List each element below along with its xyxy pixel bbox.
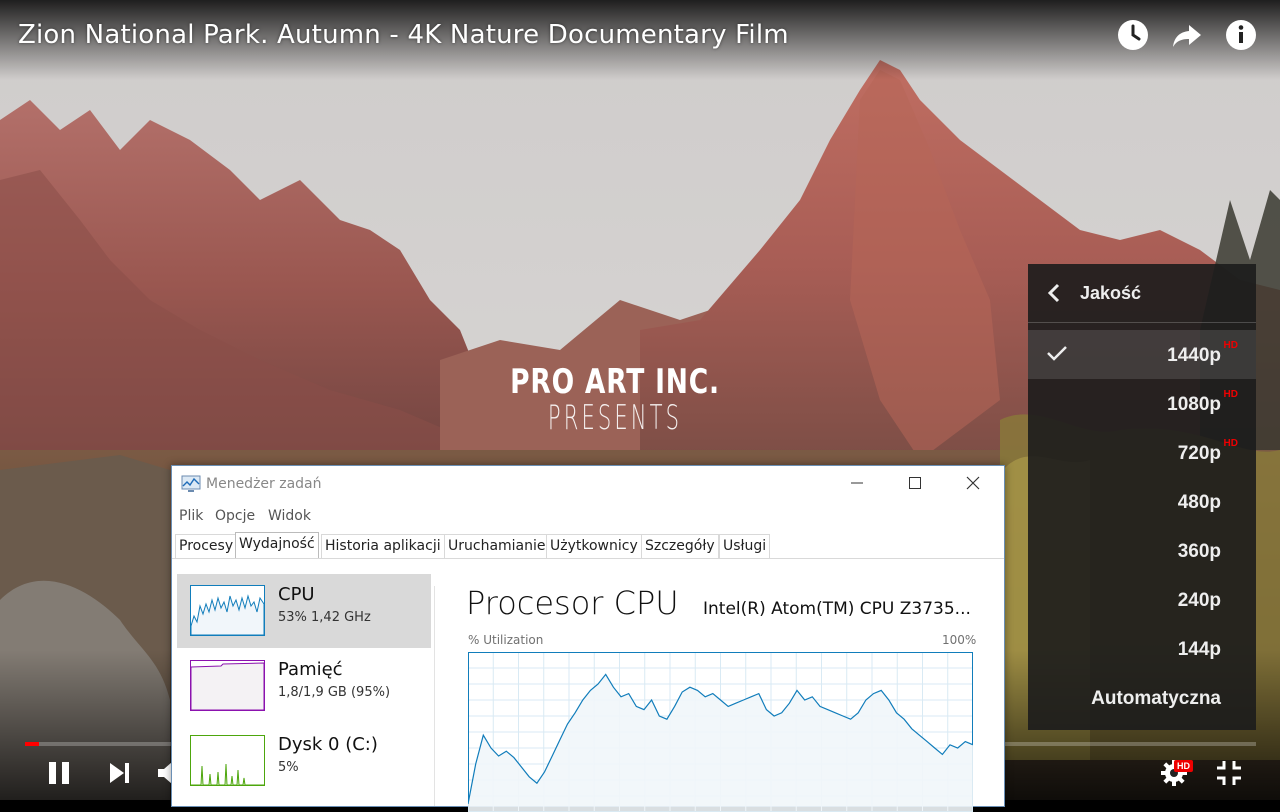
memory-thumbnail [190,660,265,711]
resource-memory[interactable]: Pamięć 1,8/1,9 GB (95%) [177,649,431,723]
next-button[interactable] [108,762,132,789]
resource-disk-detail: 5% [278,760,299,775]
settings-button[interactable]: HD [1160,758,1200,793]
quality-option-label: 144p [1177,639,1221,660]
cpu-utilization-graph [468,652,973,812]
tab-users[interactable]: Użytkownicy [546,534,642,558]
quality-option-1440p[interactable]: 1440p HD [1028,330,1256,379]
utilization-label: % Utilization [468,633,544,647]
quality-option-480p[interactable]: 480p [1028,477,1256,526]
tab-performance[interactable]: Wydajność [235,532,319,558]
resource-cpu-detail: 53% 1,42 GHz [278,610,371,625]
tab-processes[interactable]: Procesy [175,534,238,558]
panel-divider [434,586,435,806]
quality-option-label: Automatyczna [1091,688,1221,709]
info-icon[interactable] [1224,18,1258,52]
check-icon [1046,344,1068,367]
hd-badge: HD [1223,340,1238,351]
menu-options[interactable]: Opcje [215,508,255,524]
pause-button[interactable] [46,760,72,791]
video-title[interactable]: Zion National Park. Autumn - 4K Nature D… [18,20,789,50]
maximize-button[interactable] [886,466,944,500]
share-icon[interactable] [1170,18,1204,52]
task-manager-window: Menedżer zadań Plik Opcje Widok Procesy … [171,465,1005,812]
quality-option-label: 240p [1177,590,1221,611]
quality-option-144p[interactable]: 144p [1028,624,1256,673]
tab-strip: Procesy Wydajność Historia aplikacji Uru… [172,532,1004,559]
window-title: Menedżer zadań [206,476,322,492]
task-manager-app-icon [181,475,201,497]
quality-option-label: 1440p [1167,345,1221,366]
cpu-thumbnail [190,585,265,636]
quality-option-label: 480p [1177,492,1221,513]
cpu-model-name: Intel(R) Atom(TM) CPU Z3735... [703,599,971,619]
hd-badge: HD [1223,438,1238,449]
watch-later-icon[interactable] [1116,18,1150,52]
quality-option-automatyczna[interactable]: Automatyczna [1028,673,1256,722]
quality-option-360p[interactable]: 360p [1028,526,1256,575]
cpu-panel-title: Procesor CPU [466,584,679,622]
quality-menu-title: Jakość [1080,283,1142,303]
tab-startup[interactable]: Uruchamianie [444,534,550,558]
watermark-line2: PRESENTS [547,398,683,438]
quality-option-720p[interactable]: 720p HD [1028,428,1256,477]
tab-app-history[interactable]: Historia aplikacji [321,534,445,558]
resource-cpu-name: CPU [278,584,315,605]
volume-icon[interactable] [158,762,172,789]
quality-option-label: 1080p [1167,394,1221,415]
task-manager-titlebar[interactable]: Menedżer zadań [172,466,1004,502]
hd-badge: HD [1223,389,1238,400]
quality-option-1080p[interactable]: 1080p HD [1028,379,1256,428]
menu-view[interactable]: Widok [268,508,311,524]
resource-cpu[interactable]: CPU 53% 1,42 GHz [177,574,431,648]
menu-file[interactable]: Plik [179,508,203,524]
settings-hd-badge: HD [1174,760,1193,772]
quality-option-label: 360p [1177,541,1221,562]
quality-option-label: 720p [1177,443,1221,464]
menu-bar: Plik Opcje Widok [172,504,1004,528]
resource-disk-name: Dysk 0 (C:) [278,734,378,755]
quality-option-240p[interactable]: 240p [1028,575,1256,624]
minimize-button[interactable] [828,466,886,500]
chevron-left-icon [1046,283,1062,308]
close-button[interactable] [944,466,1002,500]
resource-memory-detail: 1,8/1,9 GB (95%) [278,685,391,700]
exit-fullscreen-icon[interactable] [1216,760,1242,791]
watermark-line1: PRO ART INC. [510,362,720,402]
resource-disk[interactable]: Dysk 0 (C:) 5% [177,724,431,798]
quality-menu-back[interactable]: Jakość [1028,264,1256,323]
tab-details[interactable]: Szczegóły [641,534,719,558]
tab-services[interactable]: Usługi [719,534,771,558]
video-watermark: PRO ART INC. PRESENTS [460,362,770,438]
utilization-max-label: 100% [942,633,977,647]
resource-memory-name: Pamięć [278,659,343,680]
progress-played [25,742,39,746]
video-top-bar: Zion National Park. Autumn - 4K Nature D… [0,0,1280,72]
disk-thumbnail [190,735,265,786]
quality-menu: Jakość 1440p HD 1080p HD 720p HD 480p 360p 240p 1… [1028,264,1256,730]
